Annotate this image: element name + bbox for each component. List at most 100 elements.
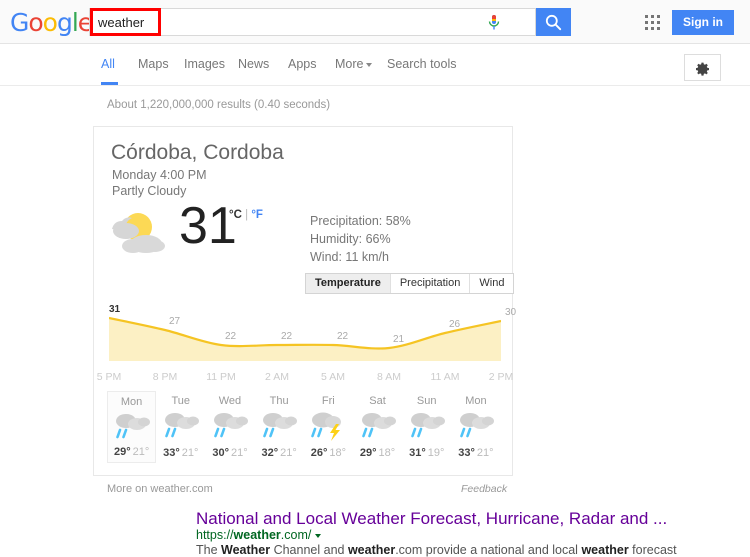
thunderstorm-icon bbox=[308, 410, 348, 447]
weekly-forecast[interactable]: Mon 29° 21° Tue 33° 21° Wed 30° 21° Thu 32° 21° Fri 2… bbox=[107, 391, 501, 463]
unit-celsius[interactable]: °C bbox=[229, 209, 242, 221]
forecast-day-name: Mon bbox=[465, 395, 487, 407]
chart-time-label: 2 PM bbox=[488, 371, 514, 383]
forecast-low: 21° bbox=[132, 446, 150, 458]
chart-time-label: 11 PM bbox=[206, 371, 236, 383]
logo-letter-2: o bbox=[42, 8, 58, 37]
forecast-day[interactable]: Sun 31° 19° bbox=[402, 391, 451, 463]
forecast-day[interactable]: Mon 33° 21° bbox=[451, 391, 500, 463]
unit-fahrenheit[interactable]: °F bbox=[251, 209, 263, 221]
nav-tab-all[interactable]: All bbox=[101, 57, 115, 71]
chart-tab-wind[interactable]: Wind bbox=[470, 274, 513, 293]
apps-grid-icon[interactable] bbox=[645, 15, 660, 30]
chart-tab-temperature[interactable]: Temperature bbox=[306, 274, 391, 293]
forecast-high: 30° bbox=[212, 447, 229, 459]
weather-city: Córdoba, Cordoba bbox=[111, 141, 284, 164]
nav-tab-label: Search tools bbox=[387, 57, 457, 71]
page-header: Google Sign in bbox=[0, 0, 750, 44]
forecast-high: 29° bbox=[113, 446, 131, 458]
forecast-day-temps: 32° 21° bbox=[255, 447, 304, 459]
forecast-high: 33° bbox=[163, 447, 180, 459]
nav-tab-label: News bbox=[238, 57, 270, 71]
nav-tab-apps[interactable]: Apps bbox=[288, 57, 317, 71]
chart-time-label: 5 PM bbox=[96, 371, 122, 383]
chevron-down-icon bbox=[366, 62, 373, 67]
forecast-day-temps: 33° 21° bbox=[451, 447, 500, 459]
chart-value-label: 27 bbox=[169, 316, 181, 327]
forecast-day[interactable]: Tue 33° 21° bbox=[156, 391, 205, 463]
logo-letter-0: G bbox=[10, 8, 29, 37]
rain-cloud-icon bbox=[210, 410, 250, 447]
rain-cloud-icon bbox=[358, 410, 398, 447]
weather-wind: Wind: 11 km/h bbox=[310, 250, 389, 264]
search-icon bbox=[545, 14, 562, 31]
chart-value-label: 22 bbox=[337, 331, 349, 342]
search-box[interactable] bbox=[89, 8, 536, 36]
forecast-low: 21° bbox=[230, 447, 248, 459]
weather-condition: Partly Cloudy bbox=[112, 184, 187, 198]
snippet-text: weather bbox=[347, 543, 396, 557]
forecast-day-name: Mon bbox=[120, 396, 143, 408]
result-url[interactable]: https://weather.com/ bbox=[196, 528, 322, 542]
search-button[interactable] bbox=[536, 8, 571, 36]
temperature-unit-toggle[interactable]: °C | °F bbox=[229, 209, 263, 221]
result-title-link[interactable]: National and Local Weather Forecast, Hur… bbox=[196, 509, 667, 529]
more-on-weather-link[interactable]: More on weather.com bbox=[107, 483, 213, 495]
search-input[interactable] bbox=[90, 9, 505, 35]
chart-value-label: 30 bbox=[505, 307, 517, 318]
chart-tab-precipitation[interactable]: Precipitation bbox=[391, 274, 471, 293]
forecast-day-name: Thu bbox=[269, 395, 289, 407]
sign-in-button[interactable]: Sign in bbox=[672, 10, 734, 35]
result-snippet: The Weather Channel and weather.com prov… bbox=[196, 543, 677, 557]
forecast-low: 21° bbox=[181, 447, 199, 459]
forecast-day-temps: 33° 21° bbox=[156, 447, 205, 459]
forecast-day[interactable]: Fri 26° 18° bbox=[304, 391, 353, 463]
forecast-day[interactable]: Mon 29° 21° bbox=[107, 391, 157, 463]
nav-tab-search-tools[interactable]: Search tools bbox=[387, 57, 456, 71]
weather-temperature: 31 bbox=[179, 197, 237, 255]
nav-tab-label: Maps bbox=[138, 57, 169, 71]
chart-tab-group[interactable]: Temperature Precipitation Wind bbox=[305, 273, 515, 294]
weather-time: Monday 4:00 PM bbox=[112, 168, 207, 182]
rain-cloud-icon bbox=[407, 410, 447, 447]
nav-tab-label: Images bbox=[184, 57, 225, 71]
google-logo[interactable]: Google bbox=[10, 8, 93, 37]
forecast-day-temps: 31° 19° bbox=[402, 447, 451, 459]
forecast-high: 33° bbox=[458, 447, 475, 459]
snippet-text: forecast bbox=[628, 543, 677, 557]
nav-active-underline bbox=[101, 82, 118, 85]
nav-tab-more[interactable]: More bbox=[335, 57, 373, 71]
forecast-day-name: Wed bbox=[218, 395, 242, 407]
forecast-day-temps: 30° 21° bbox=[205, 447, 254, 459]
nav-tab-maps[interactable]: Maps bbox=[138, 57, 169, 71]
forecast-day-temps: 26° 18° bbox=[304, 447, 353, 459]
forecast-day[interactable]: Wed 30° 21° bbox=[205, 391, 254, 463]
chart-value-label: 22 bbox=[225, 331, 237, 342]
feedback-link[interactable]: Feedback bbox=[461, 483, 507, 495]
temperature-chart[interactable] bbox=[109, 306, 501, 361]
snippet-text: The bbox=[196, 543, 222, 557]
forecast-low: 18° bbox=[329, 447, 346, 459]
microphone-icon[interactable] bbox=[484, 12, 504, 33]
forecast-day[interactable]: Sat 29° 18° bbox=[353, 391, 402, 463]
forecast-day-name: Fri bbox=[321, 395, 335, 407]
weather-humidity: Humidity: 66% bbox=[310, 232, 391, 246]
snippet-text: weather bbox=[581, 543, 629, 557]
gear-icon bbox=[696, 62, 709, 76]
unit-separator: | bbox=[245, 209, 249, 221]
nav-tab-news[interactable]: News bbox=[238, 57, 269, 71]
chart-value-label: 26 bbox=[449, 319, 461, 330]
snippet-text: Weather bbox=[221, 543, 271, 557]
rain-cloud-icon bbox=[259, 410, 299, 447]
logo-letter-1: o bbox=[28, 8, 43, 37]
forecast-day[interactable]: Thu 32° 21° bbox=[255, 391, 304, 463]
chevron-down-icon[interactable] bbox=[315, 533, 322, 538]
forecast-day-name: Tue bbox=[171, 395, 191, 407]
forecast-high: 26° bbox=[310, 447, 328, 459]
nav-tab-label: Apps bbox=[288, 57, 317, 71]
settings-button[interactable] bbox=[684, 54, 721, 81]
chart-time-label: 5 AM bbox=[321, 371, 345, 383]
nav-tab-images[interactable]: Images bbox=[184, 57, 225, 71]
forecast-day-name: Sat bbox=[369, 395, 386, 407]
rain-cloud-icon bbox=[161, 410, 201, 447]
